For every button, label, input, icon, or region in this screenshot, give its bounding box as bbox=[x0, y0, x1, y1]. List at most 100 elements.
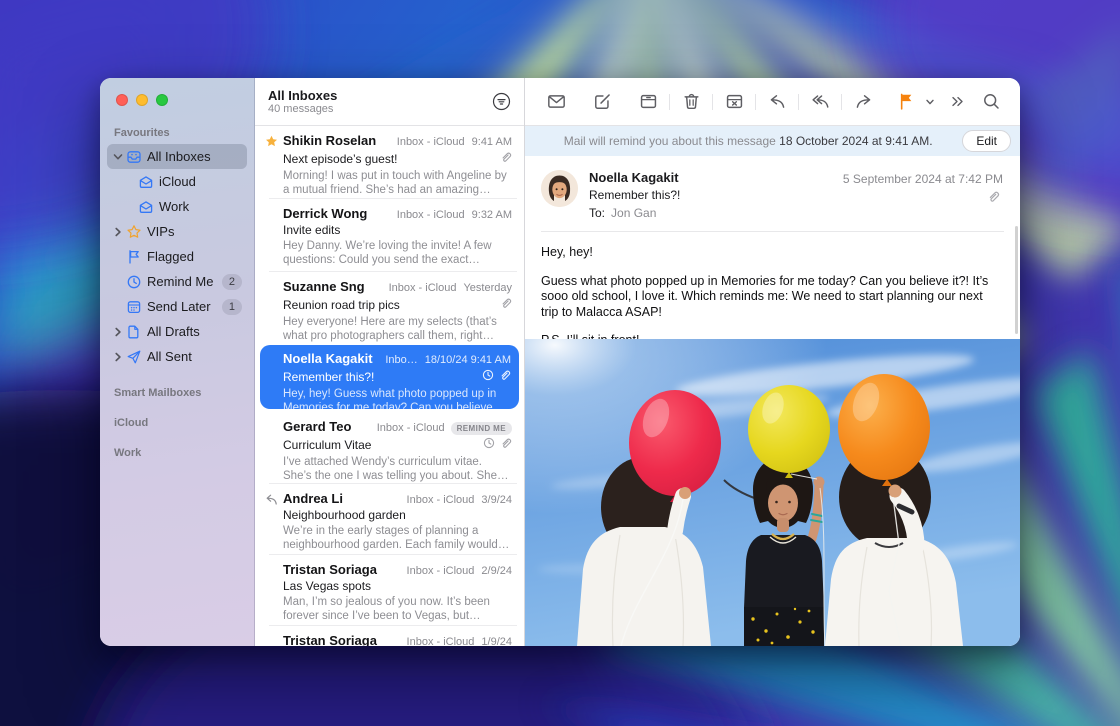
document-icon bbox=[124, 324, 144, 340]
subject: Curriculum Vitae bbox=[283, 438, 483, 453]
chevron-right-icon[interactable] bbox=[112, 327, 124, 337]
recipient-line: To: Jon Gan bbox=[589, 206, 680, 220]
reply-icon[interactable] bbox=[760, 88, 794, 116]
message-list-pane: All Inboxes 40 messages Shikin RoselanIn… bbox=[255, 78, 525, 646]
message-preview: Hey everyone! Here are my selects (that’… bbox=[283, 316, 512, 343]
paper-plane-icon bbox=[124, 349, 144, 365]
sender: Noella Kagakit bbox=[283, 351, 379, 367]
mailbox-label: Inbox - iCloud bbox=[407, 636, 475, 646]
sender-name: Noella Kagakit bbox=[589, 170, 680, 186]
message-header: Noella Kagakit Remember this?! To:Jon Ga… bbox=[525, 156, 1020, 220]
to-label: To: bbox=[589, 206, 605, 220]
minimize-button[interactable] bbox=[136, 94, 148, 106]
star-icon bbox=[124, 224, 144, 240]
message-row-noella-selected[interactable]: Noella KagakitInbo…18/10/24 9:41 AM Reme… bbox=[260, 345, 519, 409]
message-time: 2/9/24 bbox=[481, 565, 512, 577]
compose-icon[interactable] bbox=[585, 88, 619, 116]
message-time: 9:41 AM bbox=[472, 136, 512, 148]
chevron-right-icon[interactable] bbox=[112, 352, 124, 362]
message-time: 1/9/24 bbox=[481, 636, 512, 646]
recipient-name[interactable]: Jon Gan bbox=[611, 206, 656, 220]
work-section-header[interactable]: Work bbox=[107, 429, 247, 459]
junk-icon[interactable] bbox=[717, 88, 751, 116]
subject: Next episode’s guest! bbox=[283, 152, 500, 167]
message-preview: We’re in the early stages of planning a … bbox=[283, 525, 512, 552]
sidebar-item-vips[interactable]: VIPs bbox=[107, 219, 247, 244]
message-rows: Shikin RoselanInbox - iCloud9:41 AM Next… bbox=[255, 126, 524, 646]
message-row-tristan-1[interactable]: Tristan SoriagaInbox - iCloud2/9/24 Las … bbox=[255, 555, 524, 626]
sidebar-item-all-inboxes[interactable]: All Inboxes bbox=[107, 144, 247, 169]
count-badge: 1 bbox=[222, 299, 242, 315]
message-body: Hey, hey! Guess what photo popped up in … bbox=[525, 232, 1020, 339]
message-row-suzanne[interactable]: Suzanne SngInbox - iCloudYesterday Reuni… bbox=[255, 272, 524, 342]
message-time: 3/9/24 bbox=[481, 494, 512, 506]
sidebar-item-label: iCloud bbox=[159, 174, 196, 189]
attachment-paperclip-icon[interactable] bbox=[987, 190, 1000, 208]
sidebar-item-work-inbox[interactable]: Work bbox=[131, 194, 247, 219]
message-preview: Hey Danny. We’re loving the invite! A fe… bbox=[283, 240, 512, 267]
close-button[interactable] bbox=[116, 94, 128, 106]
icloud-section-header[interactable]: iCloud bbox=[107, 399, 247, 429]
desktop: Favourites All Inboxes iCloud Work bbox=[0, 0, 1120, 726]
message-time: 9:32 AM bbox=[472, 209, 512, 221]
sidebar-item-label: Send Later bbox=[147, 299, 211, 314]
sidebar-item-remind-me[interactable]: Remind Me 2 bbox=[107, 269, 247, 294]
message-row-shikin[interactable]: Shikin RoselanInbox - iCloud9:41 AM Next… bbox=[255, 126, 524, 199]
subject: Neighbourhood garden bbox=[283, 508, 512, 523]
reading-pane-scrollbar[interactable] bbox=[1015, 226, 1018, 334]
subject: Las Vegas spots bbox=[283, 579, 512, 594]
flag-icon[interactable] bbox=[892, 88, 920, 116]
message-row-andrea[interactable]: Andrea LiInbox - iCloud3/9/24 Neighbourh… bbox=[255, 484, 524, 555]
message-preview: Morning! I was put in touch with Angelin… bbox=[283, 170, 512, 197]
sidebar: Favourites All Inboxes iCloud Work bbox=[100, 78, 255, 646]
edit-reminder-button[interactable]: Edit bbox=[962, 130, 1011, 152]
mailbox-label: Inbo… bbox=[385, 354, 417, 366]
sender: Gerard Teo bbox=[283, 419, 371, 435]
titlebar-traffic-lights bbox=[100, 78, 254, 122]
reminder-banner: Mail will remind you about this message … bbox=[525, 126, 1020, 156]
unread-icon[interactable] bbox=[539, 88, 573, 116]
message-row-gerard[interactable]: Gerard TeoInbox - iCloudREMIND ME Curric… bbox=[255, 412, 524, 484]
sidebar-item-label: All Sent bbox=[147, 349, 192, 364]
mailbox-label: Inbox - iCloud bbox=[389, 282, 457, 294]
sender: Tristan Soriaga bbox=[283, 562, 401, 578]
more-chevrons-icon[interactable] bbox=[940, 88, 974, 116]
attachment-photo-balloons[interactable] bbox=[525, 339, 1020, 646]
attachment-paperclip-icon bbox=[500, 296, 512, 314]
mailbox-label: Inbox - iCloud bbox=[397, 209, 465, 221]
avatar[interactable] bbox=[541, 170, 578, 207]
flag-menu-chevron-icon[interactable] bbox=[920, 88, 940, 116]
reply-all-icon[interactable] bbox=[803, 88, 837, 116]
sidebar-item-icloud-inbox[interactable]: iCloud bbox=[131, 169, 247, 194]
sidebar-item-flagged[interactable]: Flagged bbox=[107, 244, 247, 269]
replied-arrow-icon bbox=[263, 493, 280, 506]
zoom-button[interactable] bbox=[156, 94, 168, 106]
envelope-open-icon bbox=[136, 199, 156, 215]
attachment-paperclip-icon bbox=[500, 436, 512, 454]
trash-icon[interactable] bbox=[674, 88, 708, 116]
sender: Tristan Soriaga bbox=[283, 633, 401, 646]
filter-circle-icon[interactable] bbox=[492, 92, 511, 111]
message-row-tristan-2[interactable]: Tristan Soriaga Inbox - iCloud 1/9/24 bbox=[255, 626, 524, 646]
mailbox-label: Inbox - iCloud bbox=[397, 136, 465, 148]
clock-icon bbox=[124, 274, 144, 290]
sidebar-item-all-drafts[interactable]: All Drafts bbox=[107, 319, 247, 344]
message-date: 5 September 2024 at 7:42 PM bbox=[843, 172, 1003, 186]
message-row-derrick[interactable]: Derrick WongInbox - iCloud9:32 AM Invite… bbox=[255, 199, 524, 272]
sidebar-item-send-later[interactable]: Send Later 1 bbox=[107, 294, 247, 319]
sidebar-item-label: VIPs bbox=[147, 224, 174, 239]
sender: Derrick Wong bbox=[283, 206, 391, 222]
forward-icon[interactable] bbox=[846, 88, 880, 116]
message-list-header: All Inboxes 40 messages bbox=[255, 78, 524, 126]
sidebar-item-all-sent[interactable]: All Sent bbox=[107, 344, 247, 369]
archive-icon[interactable] bbox=[631, 88, 665, 116]
search-icon[interactable] bbox=[974, 88, 1008, 116]
message-preview: Hey, hey! Guess what photo popped up in … bbox=[283, 388, 511, 415]
chevron-right-icon[interactable] bbox=[112, 227, 124, 237]
smart-mailboxes-header[interactable]: Smart Mailboxes bbox=[107, 369, 247, 399]
mailbox-label: Inbox - iCloud bbox=[407, 494, 475, 506]
chevron-down-icon[interactable] bbox=[112, 152, 124, 162]
body-paragraph: Hey, hey! bbox=[541, 245, 993, 261]
star-icon bbox=[263, 135, 280, 148]
sidebar-item-label: Flagged bbox=[147, 249, 194, 264]
